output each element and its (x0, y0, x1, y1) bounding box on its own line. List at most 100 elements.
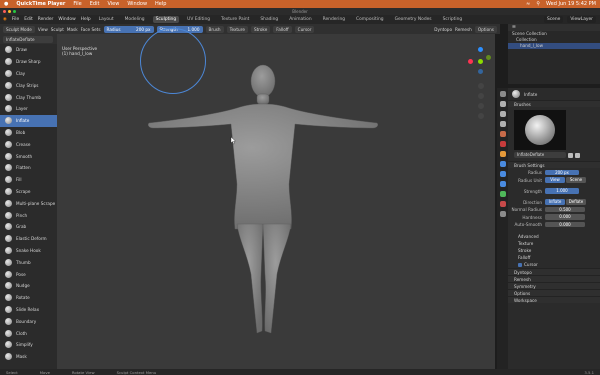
data-tab-icon[interactable] (499, 191, 506, 197)
render-tab-icon[interactable] (499, 101, 506, 107)
tool-grab[interactable]: Grab (0, 221, 57, 233)
stroke-dropdown[interactable]: Stroke (250, 25, 271, 33)
tab-modeling[interactable]: Modeling (122, 16, 148, 23)
maximize-icon[interactable] (13, 10, 16, 13)
brush-dropdown[interactable]: Brush (205, 25, 224, 33)
tool-crease[interactable]: Crease (0, 138, 57, 150)
brush-selector[interactable]: InflateDeflate (3, 35, 53, 43)
tool-rotate[interactable]: Rotate (0, 292, 57, 304)
search-icon[interactable]: ⚲ (536, 1, 540, 7)
tool-pinch[interactable]: Pinch (0, 209, 57, 221)
camera-icon[interactable] (478, 103, 484, 109)
tool-snake-hook[interactable]: Snake Hook (0, 245, 57, 257)
panel-symmetry[interactable]: Symmetry (508, 282, 600, 289)
radius-prop-field[interactable]: 200 px (545, 169, 579, 176)
tool-inflate[interactable]: Inflate (0, 114, 57, 127)
tool-mask[interactable]: Mask (0, 351, 57, 363)
tool-thumb[interactable]: Thumb (0, 256, 57, 268)
tool-fill[interactable]: Fill (0, 174, 57, 186)
tool-clay[interactable]: Clay (0, 68, 57, 80)
grid-icon[interactable] (478, 113, 484, 119)
axis-x-icon[interactable] (468, 59, 473, 64)
wifi-icon[interactable]: ≈ (526, 1, 530, 7)
radius-unit-scene[interactable]: Scene (566, 177, 586, 183)
apple-icon[interactable]: ● (4, 1, 8, 7)
zoom-icon[interactable] (478, 83, 484, 89)
panel-dyntopo[interactable]: Dyntopo (508, 268, 600, 275)
fake-user-icon[interactable] (568, 152, 573, 158)
remesh-dropdown[interactable]: Remesh (455, 27, 472, 32)
tool-draw-sharp[interactable]: Draw Sharp (0, 56, 57, 68)
brush-settings-header[interactable]: Brush Settings (508, 161, 600, 168)
physics-tab-icon[interactable] (499, 181, 506, 187)
panel-remesh[interactable]: Remesh (508, 275, 600, 282)
mac-clock[interactable]: Wed Jun 19 5:42 PM (546, 1, 596, 7)
brushes-panel-header[interactable]: Brushes (508, 100, 600, 107)
object-tab-icon[interactable] (499, 151, 506, 157)
tab-geometry-nodes[interactable]: Geometry Nodes (392, 16, 435, 23)
subpanel-advanced[interactable]: Advanced (508, 233, 600, 240)
tool-pose[interactable]: Pose (0, 268, 57, 280)
tab-shading[interactable]: Shading (257, 16, 281, 23)
header-menu-sculpt[interactable]: Sculpt (51, 27, 64, 32)
brush-preview[interactable] (514, 110, 566, 150)
mac-app-name[interactable]: QuickTime Player (16, 1, 65, 7)
tool-draw[interactable]: Draw (0, 44, 57, 56)
menu-window[interactable]: Window (58, 17, 75, 22)
blender-logo-icon[interactable]: ◉ (3, 17, 7, 22)
sculpt-mesh[interactable] (57, 34, 495, 369)
tab-layout[interactable]: Layout (96, 16, 117, 23)
radius-unit-view[interactable]: View (545, 177, 565, 183)
direction-deflate[interactable]: Deflate (566, 199, 586, 205)
header-menu-view[interactable]: View (38, 27, 48, 32)
tool-simplify[interactable]: Simplify (0, 339, 57, 351)
autosmooth-field[interactable]: 0.000 (545, 221, 585, 228)
header-menu-face-sets[interactable]: Face Sets (81, 27, 101, 32)
normal-radius-field[interactable]: 0.500 (545, 206, 585, 213)
subpanel-falloff[interactable]: Falloff (508, 254, 600, 261)
options-dropdown[interactable]: Options (474, 25, 497, 33)
world-tab-icon[interactable] (499, 141, 506, 147)
scene-selector[interactable]: Scene (543, 16, 564, 23)
navigation-gizmo[interactable] (466, 45, 494, 155)
modifier-tab-icon[interactable] (499, 161, 506, 167)
mode-selector[interactable]: Sculpt Mode (3, 25, 35, 33)
tool-scrape[interactable]: Scrape (0, 186, 57, 198)
tool-multi-plane-scrape[interactable]: Multi-plane Scrape (0, 197, 57, 209)
axis-neg-y-icon[interactable] (486, 55, 491, 60)
tool-flatten[interactable]: Flatten (0, 162, 57, 174)
radius-field[interactable]: Radius 200 px (103, 25, 154, 33)
menu-file[interactable]: File (12, 17, 19, 22)
axis-neg-z-icon[interactable] (478, 69, 483, 74)
cursor-dropdown[interactable]: Cursor (294, 25, 315, 33)
menu-render[interactable]: Render (38, 17, 54, 22)
minimize-icon[interactable] (8, 10, 11, 13)
direction-inflate[interactable]: Inflate (545, 199, 565, 205)
menu-edit[interactable]: Edit (24, 17, 33, 22)
output-tab-icon[interactable] (499, 111, 506, 117)
mac-menu-edit[interactable]: Edit (90, 1, 100, 7)
duplicate-icon[interactable] (575, 152, 580, 158)
tool-elastic-deform[interactable]: Elastic Deform (0, 233, 57, 245)
subpanel-stroke[interactable]: Stroke (508, 247, 600, 254)
tool-slide-relax[interactable]: Slide Relax (0, 304, 57, 316)
dyntopo-dropdown[interactable]: Dyntopo (434, 27, 452, 32)
texture-dropdown[interactable]: Texture (226, 25, 248, 33)
tab-texture-paint[interactable]: Texture Paint (218, 16, 252, 23)
tool-clay-thumb[interactable]: Clay Thumb (0, 91, 57, 103)
tool-tab-icon[interactable] (499, 91, 506, 97)
panel-options[interactable]: Options (508, 289, 600, 296)
tab-scripting[interactable]: Scripting (440, 16, 466, 23)
mac-menu-file[interactable]: File (73, 1, 81, 7)
scene-tab-icon[interactable] (499, 131, 506, 137)
cursor-checkbox[interactable] (518, 262, 522, 267)
tab-compositing[interactable]: Compositing (353, 16, 387, 23)
subpanel-cursor[interactable]: Cursor (508, 261, 600, 268)
strength-prop-field[interactable]: 1.000 (545, 188, 579, 194)
tool-nudge[interactable]: Nudge (0, 280, 57, 292)
particles-tab-icon[interactable] (499, 171, 506, 177)
falloff-dropdown[interactable]: Falloff (273, 25, 292, 33)
3d-viewport[interactable] (57, 34, 495, 369)
header-menu-mask[interactable]: Mask (67, 27, 78, 32)
tool-clay-strips[interactable]: Clay Strips (0, 79, 57, 91)
